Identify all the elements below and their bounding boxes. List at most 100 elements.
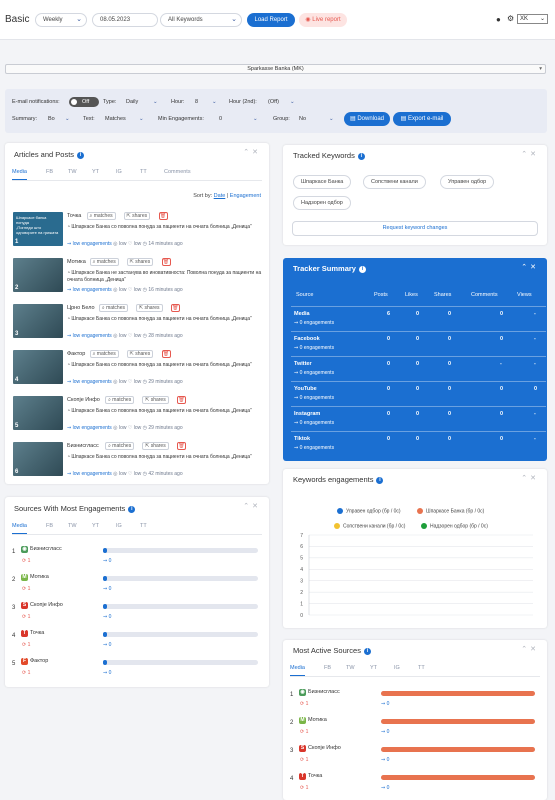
delete-button[interactable]: 🗑 (177, 442, 187, 450)
article-text[interactable]: ◔ Шпаркасе Банка со поволна понуда за па… (67, 316, 262, 323)
load-report-button[interactable]: Load Report (247, 13, 295, 27)
source-row[interactable]: 2 M Мотика ⟳ 1 ⇝ 0 (290, 716, 535, 743)
min-eng-select[interactable]: 0 ⌄ (219, 116, 265, 122)
delete-button[interactable]: 🗑 (170, 304, 180, 312)
card-controls[interactable]: ⌃✕ (243, 502, 261, 510)
source-name[interactable]: Бизнисгласс (308, 689, 340, 695)
tracker-row[interactable]: Tiktok ⇝ 0 engagements 0 0 0 0 - (291, 431, 546, 456)
tracker-row[interactable]: Media ⇝ 0 engagements 6 0 0 0 - (291, 306, 546, 331)
shares-button[interactable]: ⇱ shares (126, 350, 154, 358)
card-controls[interactable]: ⌃✕ (521, 474, 539, 482)
delete-button[interactable]: 🗑 (158, 212, 168, 220)
email-toggle[interactable]: Off (69, 97, 99, 107)
shares-button[interactable]: ⇱ shares (142, 442, 169, 450)
tab-fb[interactable]: FB (46, 523, 53, 529)
tab-ig[interactable]: IG (116, 523, 122, 529)
article-item[interactable]: 5 Скопје Инфо ⌕ matches ⇱ shares 🗑 ◔ Шпаркасе… (13, 396, 263, 440)
tracker-row[interactable]: Twitter ⇝ 0 engagements 0 0 0 - - (291, 356, 546, 381)
source-name[interactable]: Бизнисгласс (30, 546, 62, 552)
keyword-chip[interactable]: Надзорен одбор (293, 196, 351, 210)
tracker-row[interactable]: YouTube ⇝ 0 engagements 0 0 0 0 0 (291, 381, 546, 406)
source-name[interactable]: Мотика (30, 574, 49, 580)
source-name[interactable]: Точка (30, 630, 44, 636)
matches-button[interactable]: ⌕ matches (89, 350, 119, 358)
export-email-button[interactable]: ▤ Export e-mail (393, 112, 451, 126)
shares-button[interactable]: ⇱ shares (135, 304, 163, 312)
article-thumbnail[interactable]: 2 (13, 258, 63, 292)
keyword-chip[interactable]: Шпаркасе Банка (293, 175, 352, 189)
collapse-icon[interactable]: ⌃ (243, 149, 252, 156)
summary-select[interactable]: Bo ⌄ (48, 116, 78, 122)
source-row[interactable]: 2 M Мотика ⟳ 1 ⇝ 0 (12, 573, 258, 600)
period-select[interactable]: Weekly ⌄ (35, 13, 87, 27)
sort-date-link[interactable]: Date (214, 193, 226, 199)
close-icon[interactable]: ✕ (530, 264, 539, 271)
keywords-select[interactable]: All Keywords ⌄ (160, 13, 242, 27)
delete-button[interactable]: 🗑 (161, 258, 171, 266)
source-name[interactable]: Мотика (308, 717, 327, 723)
tab-ig[interactable]: IG (394, 665, 400, 671)
matches-button[interactable]: ⌕ matches (105, 442, 135, 450)
info-icon[interactable]: i (357, 152, 365, 160)
sort-engagement-link[interactable]: Engagement (230, 193, 261, 199)
article-text[interactable]: ◔ Шпаркасе Банка со поволна понуда за па… (67, 224, 262, 231)
tab-yt[interactable]: YT (370, 665, 377, 671)
tracker-row[interactable]: Instagram ⇝ 0 engagements 0 0 0 0 - (291, 406, 546, 431)
article-source[interactable]: Бизнисгласс (67, 443, 99, 449)
close-icon[interactable]: ✕ (530, 151, 539, 158)
info-icon[interactable]: i (77, 151, 85, 159)
type-select[interactable]: Daily ⌄ (126, 99, 166, 105)
collapse-icon[interactable]: ⌃ (521, 475, 530, 482)
article-item[interactable]: Шпаркасе банка понуда „Погледи што одгов… (13, 212, 263, 256)
delete-button[interactable]: 🗑 (161, 350, 171, 358)
card-controls[interactable]: ⌃✕ (521, 150, 539, 158)
source-row[interactable]: 4 T Точка ⟳ 1 ⇝ 0 (290, 772, 535, 799)
tab-media[interactable]: Media (290, 665, 305, 676)
text-select[interactable]: Matches ⌄ (105, 116, 151, 122)
source-row[interactable]: 5 F Фактор ⟳ 1 ⇝ 0 (12, 657, 258, 684)
download-button[interactable]: ▤ Download (344, 112, 390, 126)
collapse-icon[interactable]: ⌃ (521, 646, 530, 653)
matches-button[interactable]: ⌕ matches (98, 304, 128, 312)
legend-item[interactable]: Управен одбор (бр / 0с) (337, 508, 401, 514)
tab-tw[interactable]: TW (68, 169, 77, 175)
collapse-icon[interactable]: ⌃ (243, 503, 252, 510)
source-row[interactable]: 1 ◉ Бизнисгласс ⟳ 1 ⇝ 0 (12, 545, 258, 572)
keyword-chip[interactable]: Управен одбор (440, 175, 495, 189)
source-name[interactable]: Скопје Инфо (30, 602, 63, 608)
shares-button[interactable]: ⇱ shares (126, 258, 154, 266)
source-name[interactable]: Скопје Инфо (308, 745, 341, 751)
tab-tt[interactable]: TT (140, 523, 147, 529)
article-text[interactable]: ◔ Шпаркасе Банка со поволна понуда за па… (67, 408, 262, 415)
tab-tw[interactable]: TW (346, 665, 355, 671)
article-item[interactable]: 2 Мотика ⌕ matches ⇱ shares 🗑 ◔ Шпаркасе Банк… (13, 258, 263, 302)
keyword-chip[interactable]: Сопствени канали (363, 175, 426, 189)
tab-tt[interactable]: TT (418, 665, 425, 671)
user-icon[interactable]: ● (496, 15, 501, 24)
shares-button[interactable]: ⇱ shares (142, 396, 169, 404)
article-thumbnail[interactable]: 6 (13, 442, 63, 476)
article-thumbnail[interactable]: 3 (13, 304, 63, 338)
article-item[interactable]: 3 Црно Бело ⌕ matches ⇱ shares 🗑 ◔ Шпаркасе Б… (13, 304, 263, 348)
info-icon[interactable]: i (376, 476, 384, 484)
article-thumbnail[interactable]: 4 (13, 350, 63, 384)
tab-media[interactable]: Media (12, 523, 27, 534)
tab-comments[interactable]: Comments (164, 169, 191, 175)
source-name[interactable]: Точка (308, 773, 322, 779)
info-icon[interactable]: i (363, 647, 371, 655)
article-source[interactable]: Скопје Инфо (67, 397, 100, 403)
legend-item[interactable]: Сопствени канали (бр / 0с) (334, 523, 405, 529)
article-source[interactable]: Црно Бело (67, 305, 95, 311)
tab-fb[interactable]: FB (46, 169, 53, 175)
article-source[interactable]: Мотика (67, 259, 86, 265)
matches-button[interactable]: ⌕ matches (105, 396, 135, 404)
live-report-button[interactable]: ◉ Live report (299, 13, 347, 27)
group-select[interactable]: No ⌄ (299, 116, 341, 122)
article-thumbnail[interactable]: 5 (13, 396, 63, 430)
tab-tt[interactable]: TT (140, 169, 147, 175)
card-controls[interactable]: ⌃✕ (521, 263, 539, 271)
tab-tw[interactable]: TW (68, 523, 77, 529)
tab-ig[interactable]: IG (116, 169, 122, 175)
delete-button[interactable]: 🗑 (177, 396, 187, 404)
tab-yt[interactable]: YT (92, 169, 99, 175)
